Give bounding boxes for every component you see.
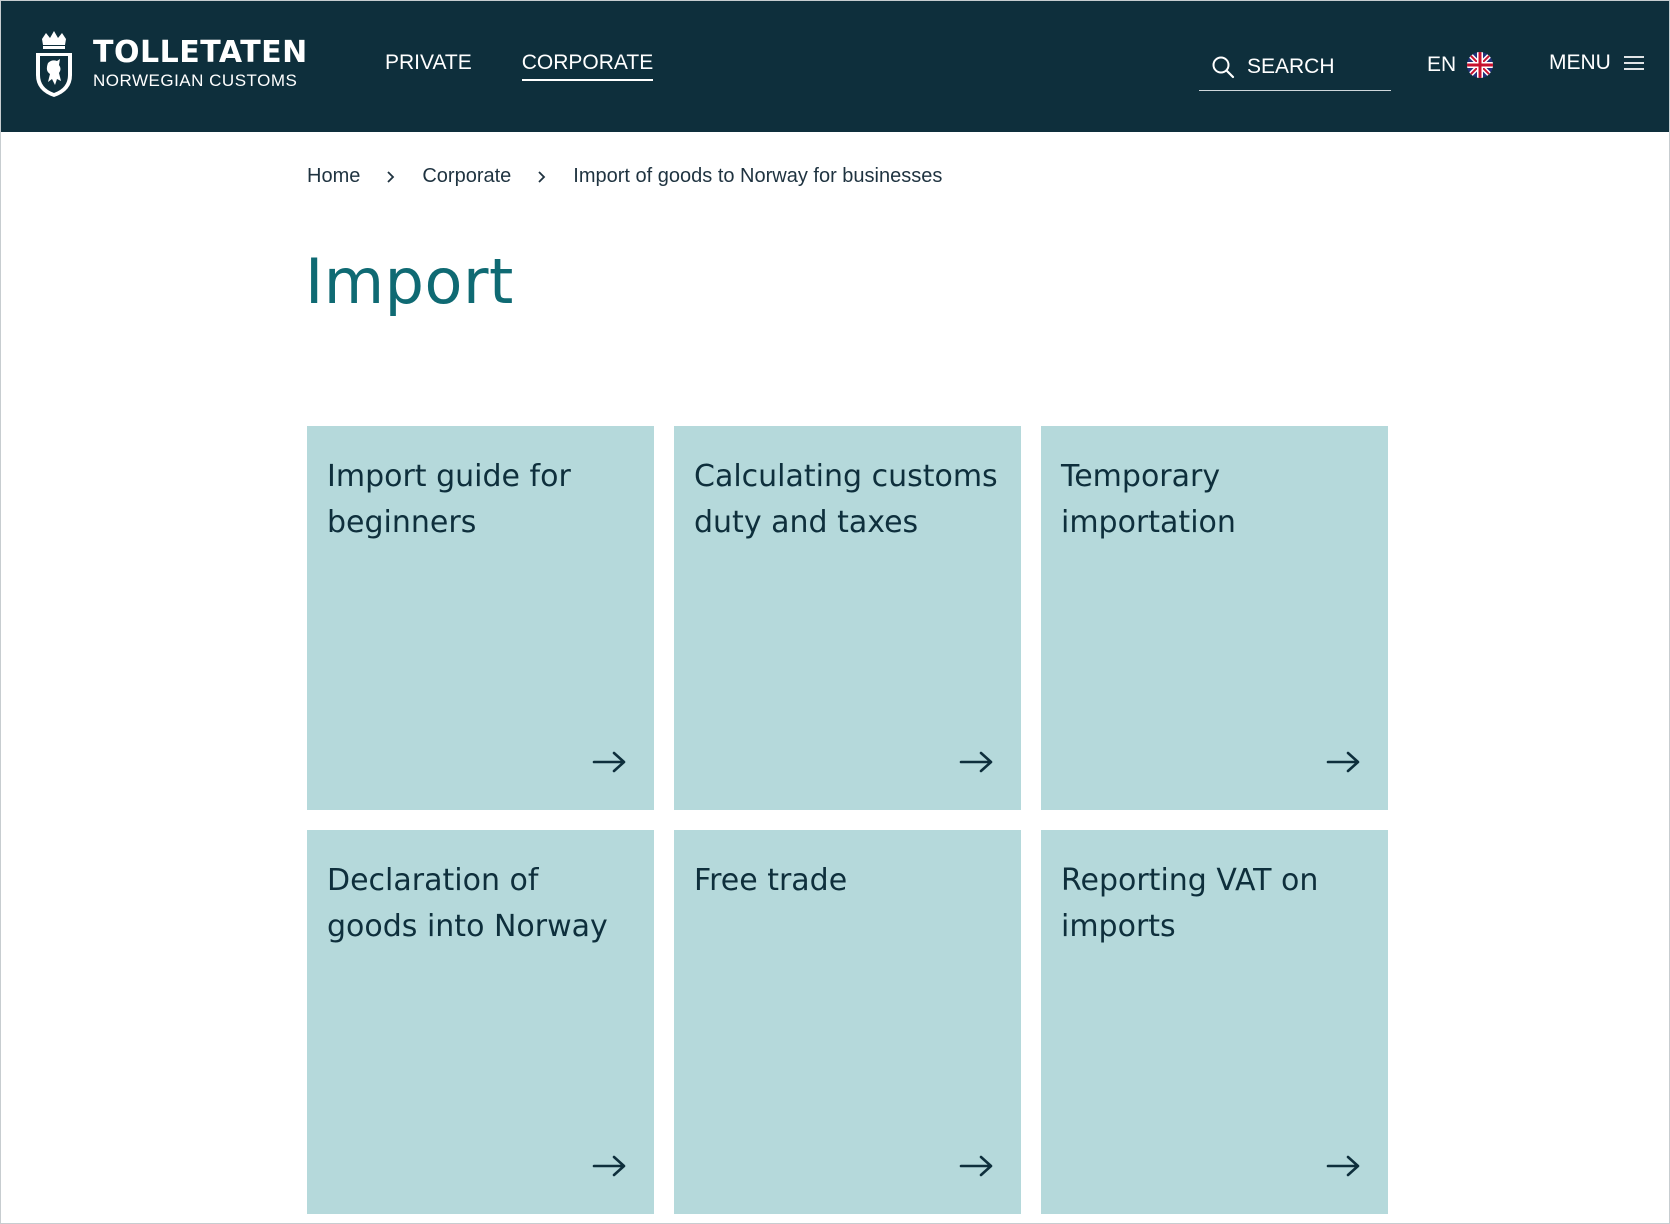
menu-button[interactable]: MENU <box>1549 51 1645 75</box>
card-label: Import guide for beginners <box>327 459 571 540</box>
arrow-right-icon <box>959 1155 993 1177</box>
breadcrumb: Home Corporate Import of goods to Norway… <box>307 165 942 188</box>
card-import-guide[interactable]: Import guide for beginners <box>307 426 654 810</box>
card-label: Free trade <box>694 863 848 898</box>
arrow-right-icon <box>959 751 993 773</box>
language-selector[interactable]: EN <box>1427 51 1494 79</box>
card-label: Declaration of goods into Norway <box>327 863 608 944</box>
hamburger-icon <box>1623 56 1644 70</box>
chevron-right-icon <box>537 170 547 184</box>
arrow-right-icon <box>1326 1155 1360 1177</box>
card-label: Reporting VAT on imports <box>1061 863 1319 944</box>
brand-name: TOLLETATEN <box>93 35 308 70</box>
breadcrumb-current[interactable]: Import of goods to Norway for businesses <box>573 165 942 188</box>
card-temporary-importation[interactable]: Temporary importation <box>1041 426 1388 810</box>
card-label: Temporary importation <box>1061 459 1236 540</box>
breadcrumb-corporate[interactable]: Corporate <box>422 165 511 188</box>
arrow-right-icon <box>592 751 626 773</box>
coat-of-arms-icon <box>36 31 72 97</box>
nav-corporate[interactable]: CORPORATE <box>521 51 654 81</box>
card-grid: Import guide for beginners Calculating c… <box>307 426 1388 1214</box>
language-label: EN <box>1427 53 1457 76</box>
breadcrumb-home[interactable]: Home <box>307 165 360 188</box>
site-logo[interactable]: TOLLETATEN NORWEGIAN CUSTOMS <box>31 29 308 99</box>
card-free-trade[interactable]: Free trade <box>674 830 1021 1214</box>
site-header: TOLLETATEN NORWEGIAN CUSTOMS PRIVATE COR… <box>1 1 1669 132</box>
page: TOLLETATEN NORWEGIAN CUSTOMS PRIVATE COR… <box>0 0 1670 1224</box>
chevron-right-icon <box>386 170 396 184</box>
card-label: Calculating customs duty and taxes <box>694 459 998 540</box>
menu-label: MENU <box>1549 51 1611 74</box>
uk-flag-icon <box>1467 52 1494 78</box>
search-label: SEARCH <box>1247 54 1335 78</box>
arrow-right-icon <box>592 1155 626 1177</box>
card-reporting-vat[interactable]: Reporting VAT on imports <box>1041 830 1388 1214</box>
search-button[interactable]: SEARCH <box>1199 43 1391 91</box>
search-icon <box>1212 56 1235 78</box>
card-declaration-of-goods[interactable]: Declaration of goods into Norway <box>307 830 654 1214</box>
card-calculating-duty[interactable]: Calculating customs duty and taxes <box>674 426 1021 810</box>
arrow-right-icon <box>1326 751 1360 773</box>
page-title: Import <box>305 245 514 318</box>
brand-subtitle: NORWEGIAN CUSTOMS <box>93 71 298 90</box>
nav-private[interactable]: PRIVATE <box>385 51 472 81</box>
main-nav: PRIVATE CORPORATE <box>385 51 654 81</box>
